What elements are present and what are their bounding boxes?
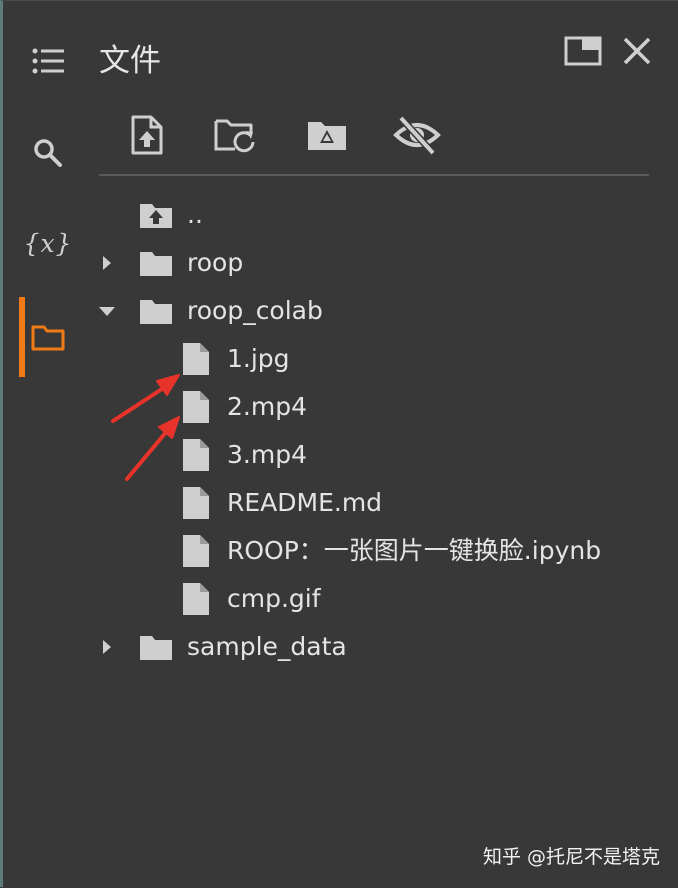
tree-item-label: 3.mp4 (227, 440, 307, 469)
folder-up-icon (139, 199, 173, 231)
list-icon (32, 48, 64, 74)
tree-item-label: 1.jpg (227, 344, 290, 373)
toggle-hidden-button[interactable] (393, 111, 441, 159)
close-button[interactable] (617, 31, 657, 71)
panel-title: 文件 (99, 43, 161, 79)
google-drive-icon (308, 122, 346, 150)
file-icon (179, 535, 213, 567)
refresh-folder-icon (214, 119, 255, 153)
tree-row-file[interactable]: 2.mp4 (3, 383, 663, 431)
watermark: 知乎 @托尼不是塔克 (482, 846, 660, 868)
folder-icon (139, 247, 173, 279)
tree-item-label: roop (187, 248, 244, 277)
hide-eye-icon (393, 115, 441, 155)
tree-row-file[interactable]: 1.jpg (3, 335, 663, 383)
tree-item-label: cmp.gif (227, 584, 321, 613)
folder-icon (139, 631, 173, 663)
file-icon (179, 583, 213, 615)
chevron-right-icon[interactable] (97, 635, 117, 659)
refresh-button[interactable] (211, 111, 259, 159)
search-button[interactable] (26, 131, 70, 175)
file-icon (179, 391, 213, 423)
file-icon (179, 487, 213, 519)
tree-item-label: 2.mp4 (227, 392, 307, 421)
upload-file-icon (131, 115, 163, 155)
tree-item-label: README.md (227, 488, 383, 517)
tree-row-folder[interactable]: roop_colab (3, 287, 663, 335)
tree-item-label: .. (187, 200, 203, 229)
chevron-down-icon[interactable] (97, 299, 117, 323)
tree-row-file[interactable]: ROOP：一张图片一键换脸.ipynb (3, 527, 663, 575)
mount-drive-button[interactable] (303, 111, 351, 159)
maximize-icon (564, 36, 602, 66)
tree-row-file[interactable]: 3.mp4 (3, 431, 663, 479)
tree-item-label: ROOP：一张图片一键换脸.ipynb (227, 536, 602, 565)
maximize-button[interactable] (563, 31, 603, 71)
file-icon (179, 439, 213, 471)
tree-item-label: sample_data (187, 632, 347, 661)
toolbar-divider (99, 174, 649, 176)
chevron-right-icon[interactable] (97, 251, 117, 275)
close-icon (623, 37, 651, 65)
tree-item-label: roop_colab (187, 296, 323, 325)
tree-row-folder[interactable]: roop (3, 239, 663, 287)
upload-button[interactable] (123, 111, 171, 159)
file-icon (179, 343, 213, 375)
table-of-contents-button[interactable] (26, 39, 70, 83)
tree-row-file[interactable]: README.md (3, 479, 663, 527)
file-browser-panel: {x} 文件 .. roop roop_colab 1.jpg 2.mp4 3.… (0, 0, 678, 887)
tree-row-folder[interactable]: sample_data (3, 623, 663, 671)
folder-icon (139, 295, 173, 327)
parent-directory-row[interactable]: .. (3, 191, 663, 239)
search-icon (34, 139, 62, 167)
tree-row-file[interactable]: cmp.gif (3, 575, 663, 623)
